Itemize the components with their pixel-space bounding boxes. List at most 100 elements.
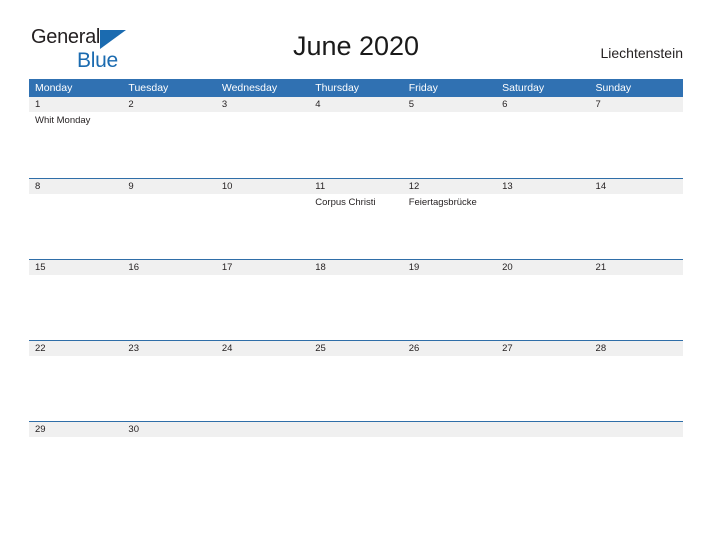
day-events[interactable]: Corpus Christi	[309, 194, 402, 259]
week-events-band	[29, 437, 683, 502]
day-events[interactable]	[29, 437, 122, 502]
day-number[interactable]: 2	[122, 97, 215, 112]
day-events[interactable]	[496, 194, 589, 259]
week-row: 1 2 3 4 5 6 7 Whit Monday	[29, 97, 683, 178]
weekday-header-saturday: Saturday	[502, 82, 545, 94]
day-number[interactable]: 24	[216, 341, 309, 356]
day-events	[309, 437, 402, 502]
day-events[interactable]	[590, 112, 683, 177]
event-label: Whit Monday	[35, 115, 91, 126]
calendar-page: General Blue June 2020 Liechtenstein Mon…	[0, 0, 712, 550]
week-daynumber-band: 8 9 10 11 12 13 14	[29, 179, 683, 194]
day-events[interactable]	[496, 275, 589, 340]
day-number[interactable]: 1	[29, 97, 122, 112]
day-number[interactable]: 14	[590, 179, 683, 194]
day-number[interactable]: 18	[309, 260, 402, 275]
day-number[interactable]: 12	[403, 179, 496, 194]
week-row: 29 30	[29, 421, 683, 502]
week-daynumber-band: 15 16 17 18 19 20 21	[29, 260, 683, 275]
day-events[interactable]	[122, 275, 215, 340]
day-events[interactable]	[29, 275, 122, 340]
day-events[interactable]	[122, 356, 215, 421]
day-events[interactable]	[216, 356, 309, 421]
day-events[interactable]	[590, 356, 683, 421]
weekday-header-tuesday: Tuesday	[128, 82, 169, 94]
day-number[interactable]: 28	[590, 341, 683, 356]
day-number[interactable]: 9	[122, 179, 215, 194]
day-number[interactable]: 20	[496, 260, 589, 275]
day-number[interactable]: 26	[403, 341, 496, 356]
week-daynumber-band: 1 2 3 4 5 6 7	[29, 97, 683, 112]
week-events-band	[29, 275, 683, 340]
day-number[interactable]: 8	[29, 179, 122, 194]
region-label: Liechtenstein	[600, 45, 683, 61]
day-number	[590, 422, 683, 437]
week-events-band	[29, 356, 683, 421]
day-number[interactable]: 23	[122, 341, 215, 356]
week-daynumber-band: 29 30	[29, 422, 683, 437]
day-number[interactable]: 16	[122, 260, 215, 275]
day-events[interactable]	[29, 194, 122, 259]
day-events[interactable]	[590, 194, 683, 259]
day-events[interactable]	[403, 112, 496, 177]
day-number[interactable]: 27	[496, 341, 589, 356]
day-events[interactable]	[496, 112, 589, 177]
week-events-band: Whit Monday	[29, 112, 683, 177]
weekday-header-friday: Friday	[408, 82, 438, 94]
day-events	[590, 437, 683, 502]
day-events[interactable]	[122, 112, 215, 177]
day-number	[496, 422, 589, 437]
day-events[interactable]	[590, 275, 683, 340]
page-header: General Blue June 2020 Liechtenstein	[0, 0, 712, 71]
event-label: Feiertagsbrücke	[408, 197, 477, 208]
day-number[interactable]: 10	[216, 179, 309, 194]
day-events[interactable]	[29, 356, 122, 421]
day-events[interactable]	[309, 275, 402, 340]
week-row: 8 9 10 11 12 13 14 Corpus Christi Feiert…	[29, 178, 683, 259]
day-number[interactable]: 5	[403, 97, 496, 112]
day-number[interactable]: 11	[309, 179, 402, 194]
week-row: 22 23 24 25 26 27 28	[29, 340, 683, 421]
day-number[interactable]: 6	[496, 97, 589, 112]
weekday-header-thursday: Thursday	[315, 82, 360, 94]
day-events[interactable]: Whit Monday	[29, 112, 122, 177]
day-number	[216, 422, 309, 437]
week-row: 15 16 17 18 19 20 21	[29, 259, 683, 340]
day-number[interactable]: 21	[590, 260, 683, 275]
day-events[interactable]	[309, 356, 402, 421]
day-events[interactable]	[122, 437, 215, 502]
day-events	[216, 437, 309, 502]
day-events	[403, 437, 496, 502]
day-events[interactable]	[216, 112, 309, 177]
weekday-header-monday: Monday	[35, 82, 73, 94]
day-number[interactable]: 15	[29, 260, 122, 275]
weekday-header-wednesday: Wednesday	[221, 82, 278, 94]
day-number[interactable]: 17	[216, 260, 309, 275]
day-number[interactable]: 19	[403, 260, 496, 275]
day-events[interactable]	[403, 275, 496, 340]
day-events[interactable]	[122, 194, 215, 259]
day-events	[496, 437, 589, 502]
weekday-header-sunday: Sunday	[595, 82, 632, 94]
day-number[interactable]: 7	[590, 97, 683, 112]
day-number[interactable]: 4	[309, 97, 402, 112]
weekday-header-row: Monday Tuesday Wednesday Thursday Friday…	[29, 79, 683, 97]
day-events[interactable]: Feiertagsbrücke	[403, 194, 496, 259]
day-number	[403, 422, 496, 437]
event-label: Corpus Christi	[315, 197, 376, 208]
day-events[interactable]	[496, 356, 589, 421]
week-daynumber-band: 22 23 24 25 26 27 28	[29, 341, 683, 356]
day-number[interactable]: 13	[496, 179, 589, 194]
day-number[interactable]: 25	[309, 341, 402, 356]
day-number[interactable]: 22	[29, 341, 122, 356]
day-number[interactable]: 30	[122, 422, 215, 437]
day-number[interactable]: 29	[29, 422, 122, 437]
day-events[interactable]	[403, 356, 496, 421]
day-number[interactable]: 3	[216, 97, 309, 112]
day-events[interactable]	[216, 194, 309, 259]
week-events-band: Corpus Christi Feiertagsbrücke	[29, 194, 683, 259]
day-number	[309, 422, 402, 437]
day-events[interactable]	[309, 112, 402, 177]
calendar-grid: Monday Tuesday Wednesday Thursday Friday…	[29, 79, 683, 502]
day-events[interactable]	[216, 275, 309, 340]
